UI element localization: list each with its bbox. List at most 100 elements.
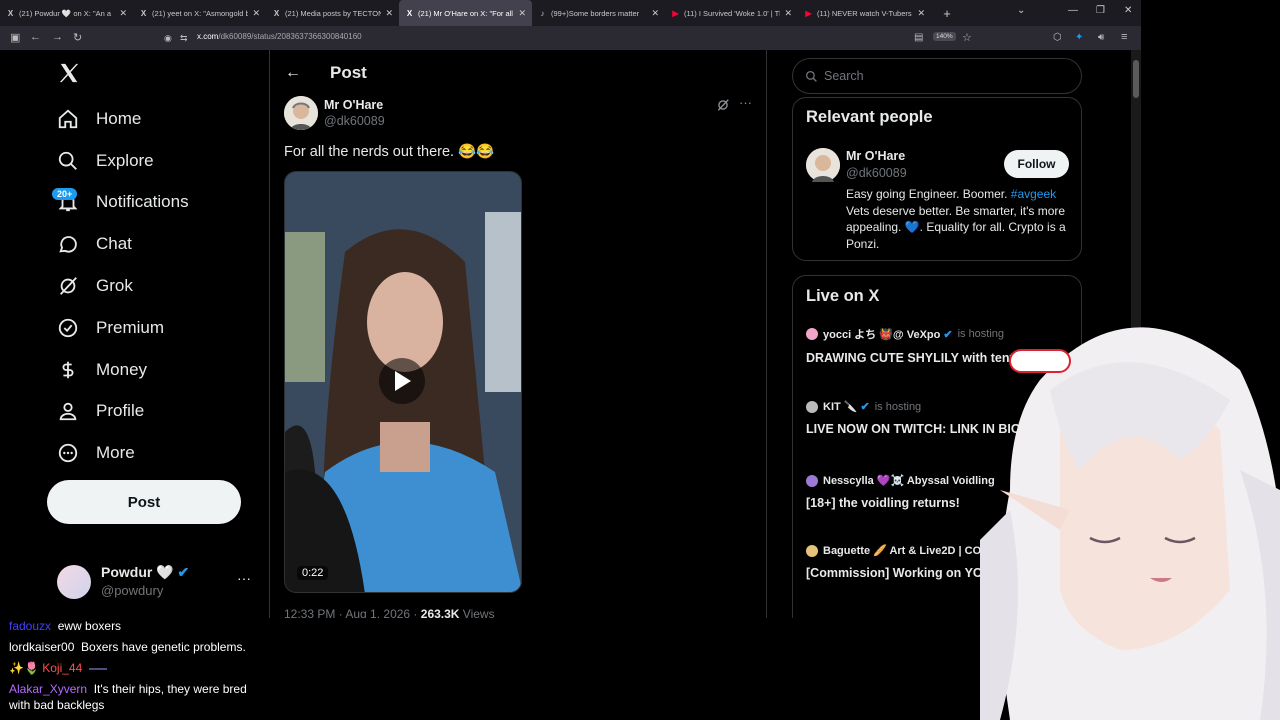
- notification-badge: 20+: [52, 188, 78, 200]
- hosting-label: is hosting: [874, 400, 922, 413]
- chat-text: Boxers have genetic problems.: [81, 640, 246, 654]
- sidebar-item-more[interactable]: More: [57, 438, 135, 468]
- sidebar-item-premium[interactable]: Premium: [57, 313, 164, 343]
- tab[interactable]: X (21) yeet on X: "Asmongold bui ✕: [133, 0, 266, 26]
- account-more-icon[interactable]: ···: [237, 570, 251, 586]
- window-close-icon[interactable]: ✕: [1124, 5, 1132, 16]
- tab-active[interactable]: X (21) Mr O'Hare on X: "For all th ✕: [399, 0, 532, 26]
- permissions-icon[interactable]: ⇆: [180, 33, 188, 44]
- zoom-level[interactable]: 140%: [933, 32, 956, 41]
- avatar: [57, 565, 91, 599]
- live-host-name: Nesscylla 💜☠️ Abyssal Voidling: [823, 475, 995, 487]
- video-player[interactable]: 0:22: [284, 171, 522, 593]
- close-tab-icon[interactable]: ✕: [385, 8, 393, 19]
- more-circle-icon: [57, 442, 79, 464]
- tab[interactable]: X (21) Media posts by TECTONE ✕: [266, 0, 399, 26]
- x-favicon-icon: X: [7, 8, 14, 18]
- extensions-icon[interactable]: ⬡: [1053, 32, 1062, 43]
- premium-badge-icon: [57, 317, 79, 339]
- reload-icon[interactable]: ↻: [73, 31, 82, 44]
- avatar[interactable]: [284, 96, 318, 130]
- tweet-text: For all the nerds out there. 😂😂: [284, 144, 495, 160]
- post-button[interactable]: Post: [47, 480, 241, 524]
- scrollbar-thumb[interactable]: [1133, 60, 1139, 98]
- sidebar-item-profile[interactable]: Profile: [57, 396, 144, 426]
- forward-icon[interactable]: →: [52, 31, 63, 43]
- new-tab-button[interactable]: +: [937, 6, 957, 21]
- close-tab-icon[interactable]: ✕: [252, 8, 260, 19]
- chat-badge-icon: ✨🌷: [9, 661, 39, 675]
- tiktok-favicon-icon: ♪: [540, 8, 545, 18]
- search-box[interactable]: [792, 58, 1082, 94]
- restore-icon[interactable]: ❐: [1096, 5, 1105, 16]
- avatar: [806, 474, 818, 487]
- live-host-name: Baguette 🥖 Art & Live2D | COM...: [823, 545, 1000, 557]
- hashtag-link[interactable]: #avgeek: [1011, 187, 1056, 201]
- author-handle[interactable]: @dk60089: [324, 114, 385, 128]
- tab[interactable]: ▶ (11) I Survived 'Woke 1.0' | The ✕: [665, 0, 798, 26]
- chat-message: fadouzx eww boxers: [9, 618, 121, 634]
- avatar[interactable]: [806, 148, 840, 182]
- sidebar: Home Explore Notifications 20+ Chat Grok…: [0, 50, 270, 618]
- play-icon[interactable]: [379, 358, 425, 404]
- search-input[interactable]: [824, 69, 1064, 83]
- grok-icon: [57, 275, 79, 297]
- sidebar-item-home[interactable]: Home: [57, 104, 141, 134]
- back-icon[interactable]: ←: [30, 31, 41, 43]
- close-tab-icon[interactable]: ✕: [784, 8, 792, 19]
- url-bar[interactable]: x.com/dk60089/status/2083637366300840160: [197, 32, 362, 41]
- sidebar-item-chat[interactable]: Chat: [57, 229, 132, 259]
- audio-icon[interactable]: 🔊︎: [1098, 32, 1104, 43]
- site-info-icon[interactable]: ◉: [164, 33, 172, 44]
- tab[interactable]: ▶ (11) NEVER watch V-Tubers - Y ✕: [798, 0, 931, 26]
- tab[interactable]: ♪ (99+)Some borders matter ✕: [532, 0, 665, 26]
- tab-title: (11) NEVER watch V-Tubers - Y: [817, 8, 914, 18]
- person-bio: Easy going Engineer. Boomer. #avgeek Vet…: [846, 187, 1066, 251]
- grok-icon[interactable]: [716, 98, 730, 112]
- close-tab-icon[interactable]: ✕: [917, 8, 925, 19]
- person-handle[interactable]: @dk60089: [846, 166, 907, 180]
- sidebar-item-label: More: [96, 443, 135, 462]
- account-switcher[interactable]: Powdur 🤍 ✔ @powdury ···: [57, 562, 257, 602]
- close-tab-icon[interactable]: ✕: [518, 8, 526, 19]
- chat-username: lordkaiser00: [9, 640, 75, 654]
- avatar: [806, 544, 818, 557]
- extension-icon[interactable]: ✦: [1075, 32, 1083, 43]
- author-name[interactable]: Mr O'Hare: [324, 98, 383, 112]
- browser-window: X (21) Powdur 🤍 on X: "An a ✕ X (21) yeet o…: [0, 0, 1141, 618]
- x-logo-icon[interactable]: [58, 62, 80, 84]
- url-host: x.com: [197, 32, 219, 41]
- menu-icon[interactable]: ≡: [1121, 31, 1127, 43]
- sidebar-toggle-icon[interactable]: ▣: [10, 31, 20, 44]
- follow-button[interactable]: Follow: [1004, 150, 1069, 178]
- tab-bar: X (21) Powdur 🤍 on X: "An a ✕ X (21) yeet o…: [0, 0, 1141, 26]
- back-arrow-icon[interactable]: ←: [285, 64, 301, 82]
- sidebar-item-label: Grok: [96, 276, 133, 295]
- sidebar-item-grok[interactable]: Grok: [57, 271, 133, 301]
- live-host-name: KIT 🔪: [823, 401, 858, 413]
- close-tab-icon[interactable]: ✕: [119, 8, 127, 19]
- x-favicon-icon: X: [406, 8, 413, 18]
- profile-icon: [57, 400, 79, 422]
- minimize-icon[interactable]: —: [1068, 5, 1078, 16]
- account-handle: @powdury: [101, 583, 164, 598]
- tab-title: (21) yeet on X: "Asmongold bui: [152, 8, 249, 18]
- tab[interactable]: X (21) Powdur 🤍 on X: "An a ✕: [0, 0, 133, 26]
- person-name[interactable]: Mr O'Hare: [846, 149, 905, 163]
- list-tabs-chevron-icon[interactable]: ⌄: [1017, 5, 1025, 16]
- close-tab-icon[interactable]: ✕: [651, 8, 659, 19]
- sidebar-item-money[interactable]: Money: [57, 355, 147, 385]
- tab-title: (11) I Survived 'Woke 1.0' | The: [684, 8, 781, 18]
- verified-icon: ✔: [177, 564, 190, 580]
- chat-username: fadouzx: [9, 619, 52, 633]
- verified-icon: ✔: [860, 401, 870, 413]
- chat-username: Alakar_Xyvern: [9, 682, 88, 696]
- reader-view-icon[interactable]: ▤: [914, 32, 923, 43]
- relevant-people-card: Relevant people Mr O'Hare @dk60089 Follo…: [792, 97, 1082, 261]
- avatar: [806, 328, 818, 340]
- search-icon: [57, 150, 79, 172]
- sidebar-item-explore[interactable]: Explore: [57, 146, 154, 176]
- sidebar-item-label: Premium: [96, 318, 165, 337]
- bookmark-star-icon[interactable]: ☆: [962, 31, 972, 44]
- post-more-icon[interactable]: ···: [739, 95, 752, 110]
